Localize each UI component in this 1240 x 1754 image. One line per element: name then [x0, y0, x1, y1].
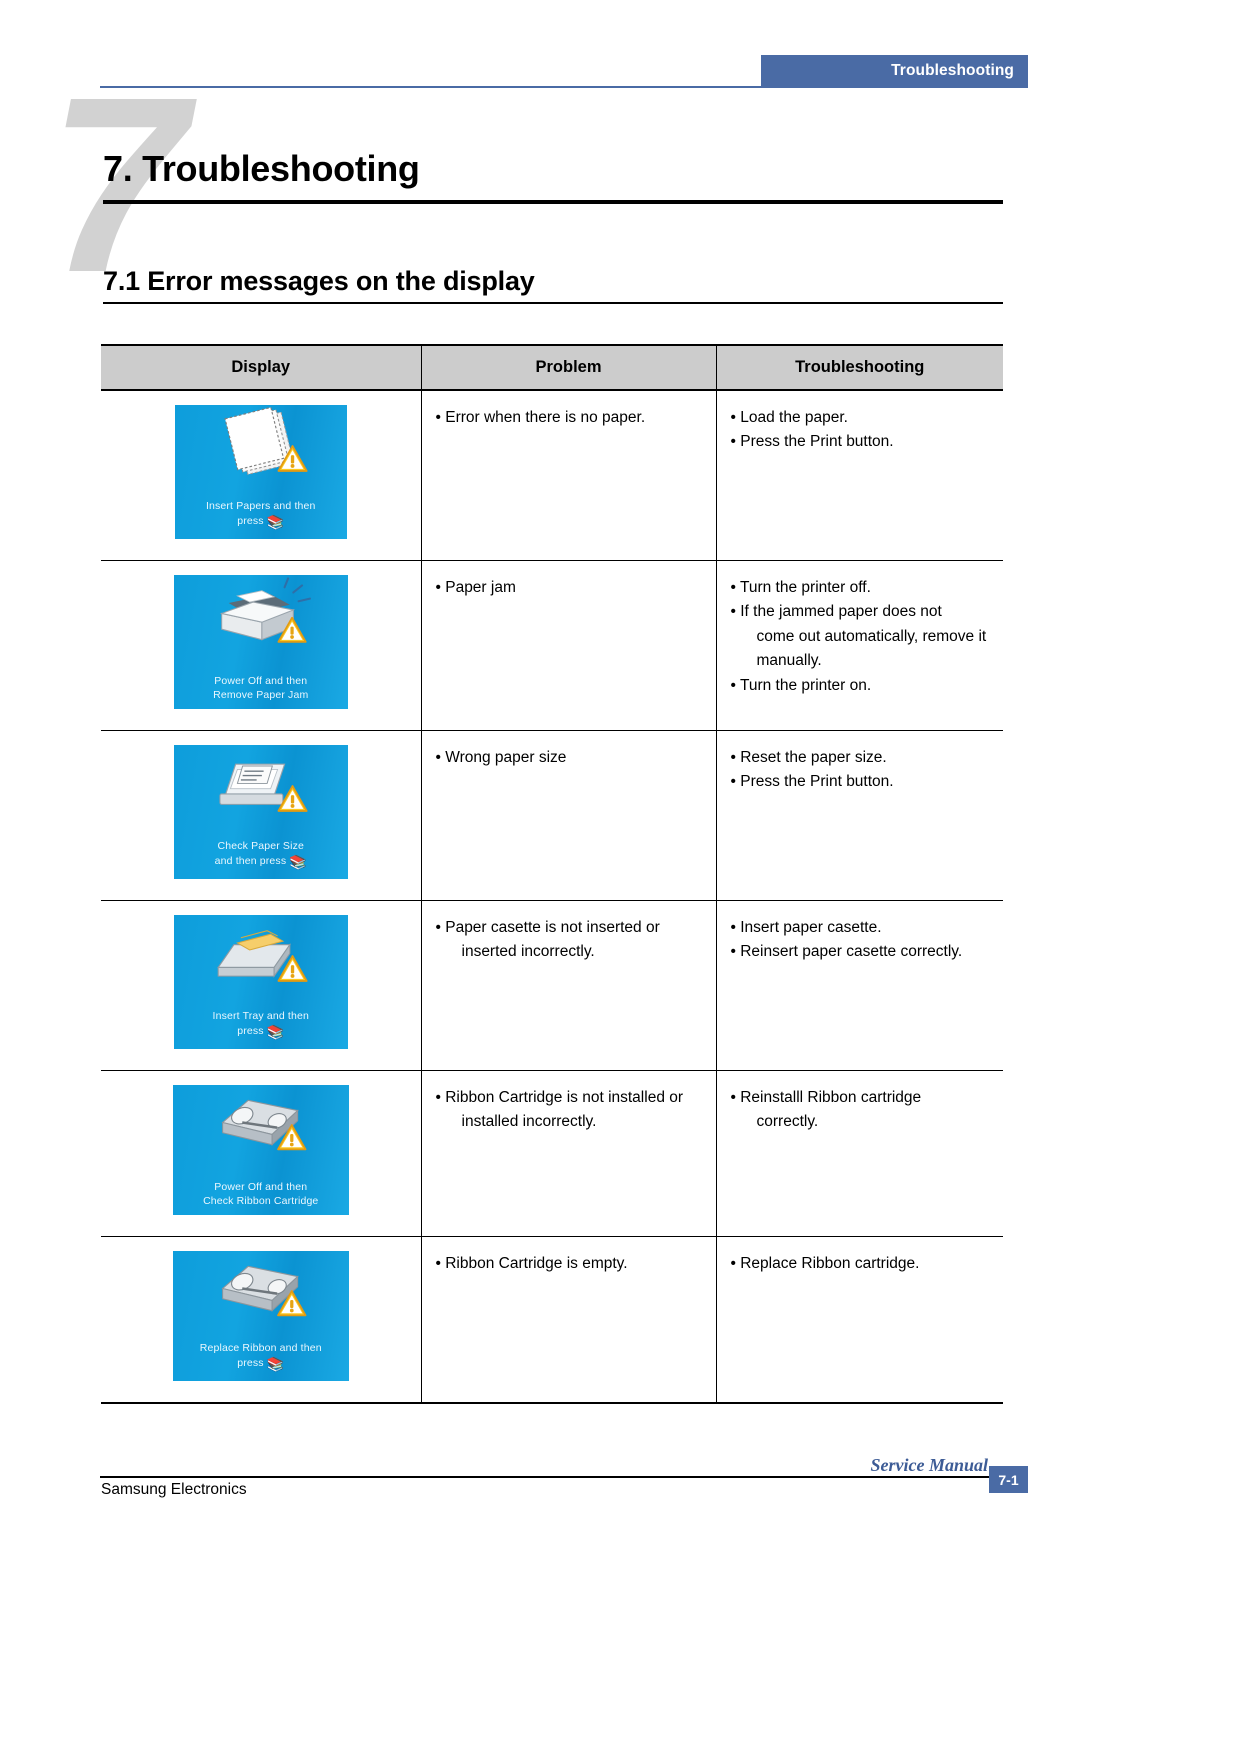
column-header-display: Display: [101, 344, 422, 391]
lcd-display-panel: Insert Papers and then press 📚: [174, 405, 347, 539]
service-manual-label: Service Manual: [870, 1455, 988, 1475]
lcd-caption-line-1: Power Off and then: [214, 674, 308, 687]
cell-problem: • Wrong paper size: [420, 730, 717, 901]
lcd-display-panel: Power Off and then Check Ribbon Cartridge: [172, 1085, 349, 1215]
lcd-caption-line-2: and then press 📚: [214, 854, 307, 871]
cell-problem: • Paper jam: [420, 560, 717, 731]
problem-line: installed incorrectly.: [461, 1113, 597, 1131]
problem-line: • Wrong paper size: [435, 749, 567, 766]
column-header-problem: Problem: [420, 344, 717, 391]
lcd-caption-line-1: Power Off and then: [214, 1180, 308, 1193]
lcd-caption-line-1: Replace Ribbon and then: [199, 1341, 322, 1354]
lcd-caption-line-1: Insert Papers and then: [205, 499, 316, 512]
troubleshooting-line: • Load the paper.: [730, 409, 848, 426]
lcd-caption-line-2: press 📚: [237, 514, 285, 531]
troubleshooting-line: • Press the Print button.: [730, 433, 894, 451]
cell-display: Power Off and then Check Ribbon Cartridge: [101, 1070, 422, 1237]
ribbon-cartridge-replace-warning-icon: [173, 1251, 349, 1326]
return-key-icon: 📚: [266, 1024, 285, 1041]
column-header-troubleshooting: Troubleshooting: [715, 344, 1003, 391]
lcd-display-panel: Check Paper Size and then press 📚: [173, 745, 348, 879]
cell-display: Insert Papers and then press 📚: [101, 390, 422, 561]
running-head-bar: Troubleshooting: [761, 55, 1028, 86]
cell-display: Insert Tray and then press 📚: [101, 900, 422, 1071]
return-key-icon: 📚: [266, 1356, 285, 1373]
lcd-caption: Insert Tray and then press 📚: [174, 1009, 348, 1042]
cell-display: Replace Ribbon and then press 📚: [101, 1236, 422, 1404]
return-key-icon: 📚: [266, 514, 285, 531]
return-key-icon: 📚: [289, 854, 307, 871]
cell-troubleshooting: • Reinstalll Ribbon cartridge correctly.: [715, 1070, 1003, 1237]
problem-line: • Error when there is no paper.: [435, 409, 646, 426]
printer-paper-jam-warning-icon: [174, 575, 348, 653]
cell-display: Power Off and then Remove Paper Jam: [101, 560, 422, 731]
lcd-caption-line-2: Check Ribbon Cartridge: [203, 1194, 319, 1207]
cell-troubleshooting: • Load the paper. • Press the Print butto…: [715, 390, 1003, 561]
paper-size-check-warning-icon: [174, 745, 348, 823]
cell-troubleshooting: • Insert paper casette. • Reinsert paper …: [715, 900, 1003, 1071]
troubleshooting-line: • Insert paper casette.: [730, 919, 882, 936]
error-messages-table: Display Problem Troubleshooting Insert P…: [101, 344, 1003, 1404]
cell-display: Check Paper Size and then press 📚: [101, 730, 422, 901]
paper-stack-warning-icon: [175, 405, 347, 483]
troubleshooting-line: • Reinsert paper casette correctly.: [730, 943, 963, 961]
lcd-display-panel: Power Off and then Remove Paper Jam: [173, 575, 348, 709]
table-row: Check Paper Size and then press 📚 • Wrong p…: [101, 730, 1003, 901]
lcd-caption-line-1: Insert Tray and then: [212, 1009, 309, 1022]
section-title: 7.1 Error messages on the display: [103, 266, 535, 296]
problem-line: • Ribbon Cartridge is empty.: [435, 1255, 628, 1272]
troubleshooting-line: • Reset the paper size.: [730, 749, 887, 766]
cell-problem: • Error when there is no paper.: [420, 390, 717, 561]
manual-page: 7 Troubleshooting 7. Troubleshooting 7.1…: [0, 0, 1240, 1754]
ribbon-cartridge-warning-icon: [173, 1085, 349, 1160]
cell-problem: • Ribbon Cartridge is not installed or in…: [420, 1070, 717, 1237]
troubleshooting-line: • Press the Print button.: [730, 773, 894, 791]
table-header-row: Display Problem Troubleshooting: [101, 344, 1003, 391]
lcd-caption: Power Off and then Remove Paper Jam: [174, 674, 348, 702]
header-rule: [100, 86, 1028, 88]
table-body: Insert Papers and then press 📚 • Error when…: [101, 390, 1003, 1404]
problem-line: • Paper casette is not inserted or: [435, 919, 660, 936]
cell-troubleshooting: • Replace Ribbon cartridge.: [715, 1236, 1003, 1404]
section-rule: [103, 302, 1003, 304]
table-row: Power Off and then Remove Paper Jam • Pape…: [101, 560, 1003, 731]
cell-troubleshooting: • Turn the printer off. • If the jammed p…: [715, 560, 1003, 731]
table-row: Insert Tray and then press 📚 • Paper casett…: [101, 900, 1003, 1071]
lcd-display-panel: Insert Tray and then press 📚: [173, 915, 348, 1049]
troubleshooting-line: • If the jammed paper does not: [730, 603, 942, 621]
problem-line: inserted incorrectly.: [461, 943, 595, 961]
lcd-caption: Replace Ribbon and then press 📚: [173, 1341, 349, 1374]
footer-company: Samsung Electronics: [101, 1481, 247, 1498]
lcd-caption: Check Paper Size and then press 📚: [174, 839, 348, 872]
cell-problem: • Paper casette is not inserted or insert…: [420, 900, 717, 1071]
troubleshooting-line: • Reinstalll Ribbon cartridge: [730, 1089, 922, 1106]
troubleshooting-line: come out automatically, remove it: [756, 627, 987, 645]
problem-line: • Ribbon Cartridge is not installed or: [435, 1089, 684, 1106]
paper-tray-warning-icon: [174, 915, 348, 993]
problem-line: • Paper jam: [435, 579, 516, 596]
page-number-badge: 7-1: [989, 1466, 1028, 1493]
troubleshooting-line: manually.: [756, 652, 822, 670]
lcd-caption-line-2: press 📚: [237, 1024, 285, 1041]
cell-troubleshooting: • Reset the paper size. • Press the Print…: [715, 730, 1003, 901]
running-head-text: Troubleshooting: [891, 61, 1014, 79]
table-row: Replace Ribbon and then press 📚 • Ribbon Ca…: [101, 1236, 1003, 1404]
chapter-rule: [103, 200, 1003, 204]
troubleshooting-line: correctly.: [756, 1113, 819, 1131]
lcd-display-panel: Replace Ribbon and then press 📚: [172, 1251, 349, 1381]
lcd-caption-line-2: press 📚: [237, 1356, 285, 1373]
lcd-caption-line-1: Check Paper Size: [217, 839, 304, 852]
table-row: Power Off and then Check Ribbon Cartridge…: [101, 1070, 1003, 1237]
cell-problem: • Ribbon Cartridge is empty.: [420, 1236, 717, 1404]
lcd-caption-line-2: Remove Paper Jam: [213, 688, 309, 701]
lcd-caption: Power Off and then Check Ribbon Cartridge: [173, 1180, 349, 1208]
footer-rule: [100, 1476, 1028, 1478]
troubleshooting-line: • Replace Ribbon cartridge.: [730, 1255, 920, 1272]
lcd-caption: Insert Papers and then press 📚: [175, 499, 347, 532]
table-row: Insert Papers and then press 📚 • Error when…: [101, 390, 1003, 561]
troubleshooting-line: • Turn the printer on.: [730, 676, 872, 694]
chapter-title: 7. Troubleshooting: [103, 148, 420, 189]
troubleshooting-line: • Turn the printer off.: [730, 579, 871, 596]
